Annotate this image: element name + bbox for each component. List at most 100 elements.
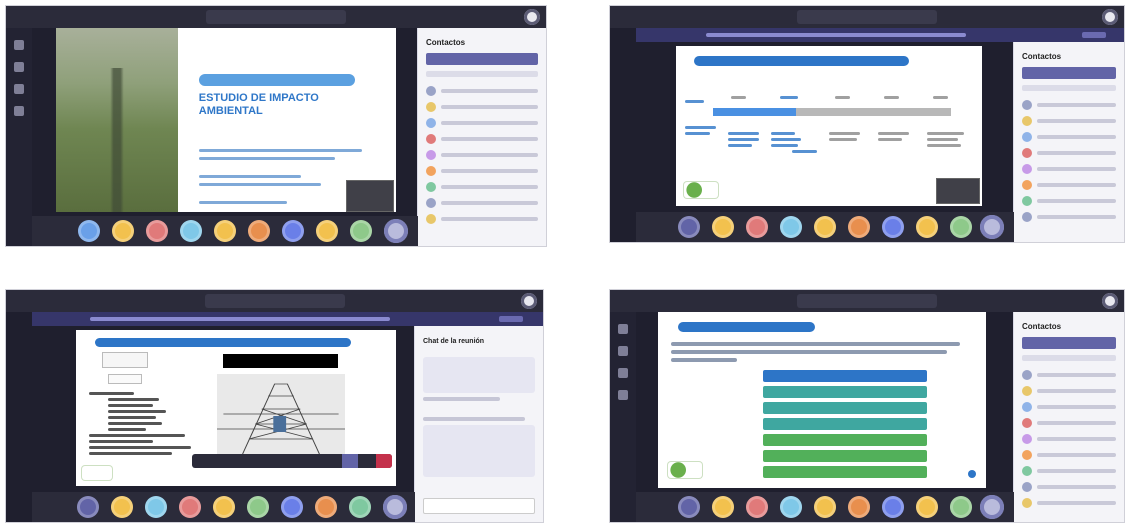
participant-name (1037, 469, 1116, 473)
pen-button[interactable] (342, 454, 358, 468)
participant-avatar[interactable] (814, 216, 836, 238)
participant-row[interactable] (1014, 495, 1124, 511)
participant-avatar[interactable] (348, 496, 371, 518)
more-options-button[interactable] (980, 215, 1004, 239)
participant-avatar[interactable] (212, 496, 235, 518)
participant-row[interactable] (1014, 447, 1124, 463)
participant-avatar (426, 214, 436, 224)
participant-row[interactable] (418, 211, 546, 227)
participant-row[interactable] (418, 147, 546, 163)
chat-compose-input[interactable] (423, 498, 535, 514)
stop-presenting-button[interactable] (376, 454, 392, 468)
participant-row[interactable] (1014, 177, 1124, 193)
participant-avatar[interactable] (280, 496, 303, 518)
participant-avatar[interactable] (316, 220, 338, 242)
activity-icon[interactable] (618, 324, 628, 334)
participant-row[interactable] (418, 131, 546, 147)
participant-avatar[interactable] (246, 496, 269, 518)
teams-icon[interactable] (14, 84, 24, 94)
user-avatar[interactable] (1102, 293, 1118, 309)
participant-avatar[interactable] (146, 220, 168, 242)
participant-row[interactable] (1014, 383, 1124, 399)
timeline-bar (712, 108, 952, 116)
invite-button[interactable] (1022, 67, 1116, 79)
participant-avatar[interactable] (848, 216, 870, 238)
participant-avatar[interactable] (746, 216, 768, 238)
participant-row[interactable] (1014, 113, 1124, 129)
participant-avatar[interactable] (678, 216, 700, 238)
participant-row[interactable] (1014, 129, 1124, 145)
participant-row[interactable] (418, 115, 546, 131)
participant-row[interactable] (1014, 193, 1124, 209)
dismiss-button[interactable] (499, 316, 523, 322)
chat-icon[interactable] (618, 346, 628, 356)
calendar-icon[interactable] (14, 106, 24, 116)
participant-row[interactable] (418, 83, 546, 99)
share-invite-link[interactable] (1022, 355, 1116, 361)
participant-avatar[interactable] (882, 216, 904, 238)
participant-avatar[interactable] (712, 216, 734, 238)
self-video-thumbnail[interactable] (936, 178, 980, 204)
dismiss-button[interactable] (1082, 32, 1106, 38)
participant-row[interactable] (1014, 431, 1124, 447)
participant-avatar[interactable] (950, 216, 972, 238)
participant-avatar[interactable] (282, 220, 304, 242)
more-options-button[interactable] (980, 495, 1004, 519)
participant-avatar[interactable] (180, 220, 202, 242)
participant-avatar[interactable] (916, 496, 938, 518)
invite-button[interactable] (426, 53, 538, 65)
bullet-line (88, 392, 134, 395)
user-avatar[interactable] (524, 9, 540, 25)
participant-row[interactable] (418, 99, 546, 115)
meeting-window-top-right: Contactos (610, 6, 1124, 242)
participant-row[interactable] (1014, 399, 1124, 415)
participant-avatar[interactable] (314, 496, 337, 518)
activity-icon[interactable] (14, 40, 24, 50)
user-avatar[interactable] (521, 293, 537, 309)
participant-avatar[interactable] (848, 496, 870, 518)
participant-avatar[interactable] (780, 216, 802, 238)
participant-avatar[interactable] (950, 496, 972, 518)
participant-row[interactable] (418, 163, 546, 179)
calendar-icon[interactable] (618, 390, 628, 400)
participant-avatar[interactable] (112, 220, 134, 242)
participant-avatar[interactable] (178, 496, 201, 518)
participant-row[interactable] (1014, 479, 1124, 495)
participant-row[interactable] (1014, 145, 1124, 161)
contacts-title: Contactos (1022, 52, 1062, 61)
participant-avatar[interactable] (814, 496, 836, 518)
participant-avatar[interactable] (882, 496, 904, 518)
participant-avatar[interactable] (712, 496, 734, 518)
participant-avatar[interactable] (350, 220, 372, 242)
participant-avatar[interactable] (678, 496, 700, 518)
slide-callout (101, 352, 149, 368)
participant-row[interactable] (1014, 97, 1124, 113)
participant-row[interactable] (1014, 367, 1124, 383)
chat-icon[interactable] (14, 62, 24, 72)
participant-avatar[interactable] (214, 220, 236, 242)
share-invite-link[interactable] (426, 71, 538, 77)
chat-line (423, 417, 526, 421)
participant-name (441, 153, 538, 157)
teams-icon[interactable] (618, 368, 628, 378)
participant-avatar[interactable] (780, 496, 802, 518)
participant-avatar[interactable] (78, 220, 100, 242)
participant-avatar[interactable] (76, 496, 99, 518)
participant-row[interactable] (418, 195, 546, 211)
user-avatar[interactable] (1102, 9, 1118, 25)
participant-avatar[interactable] (144, 496, 167, 518)
participant-row[interactable] (1014, 209, 1124, 225)
participant-row[interactable] (1014, 161, 1124, 177)
share-invite-link[interactable] (1022, 85, 1116, 91)
more-options-button[interactable] (384, 219, 408, 243)
participant-avatar[interactable] (110, 496, 133, 518)
participant-row[interactable] (418, 179, 546, 195)
invite-button[interactable] (1022, 337, 1116, 349)
more-options-button[interactable] (383, 495, 407, 519)
participant-avatar[interactable] (916, 216, 938, 238)
participant-row[interactable] (1014, 415, 1124, 431)
self-video-thumbnail[interactable] (346, 180, 394, 212)
participant-row[interactable] (1014, 463, 1124, 479)
participant-avatar[interactable] (248, 220, 270, 242)
participant-avatar[interactable] (746, 496, 768, 518)
